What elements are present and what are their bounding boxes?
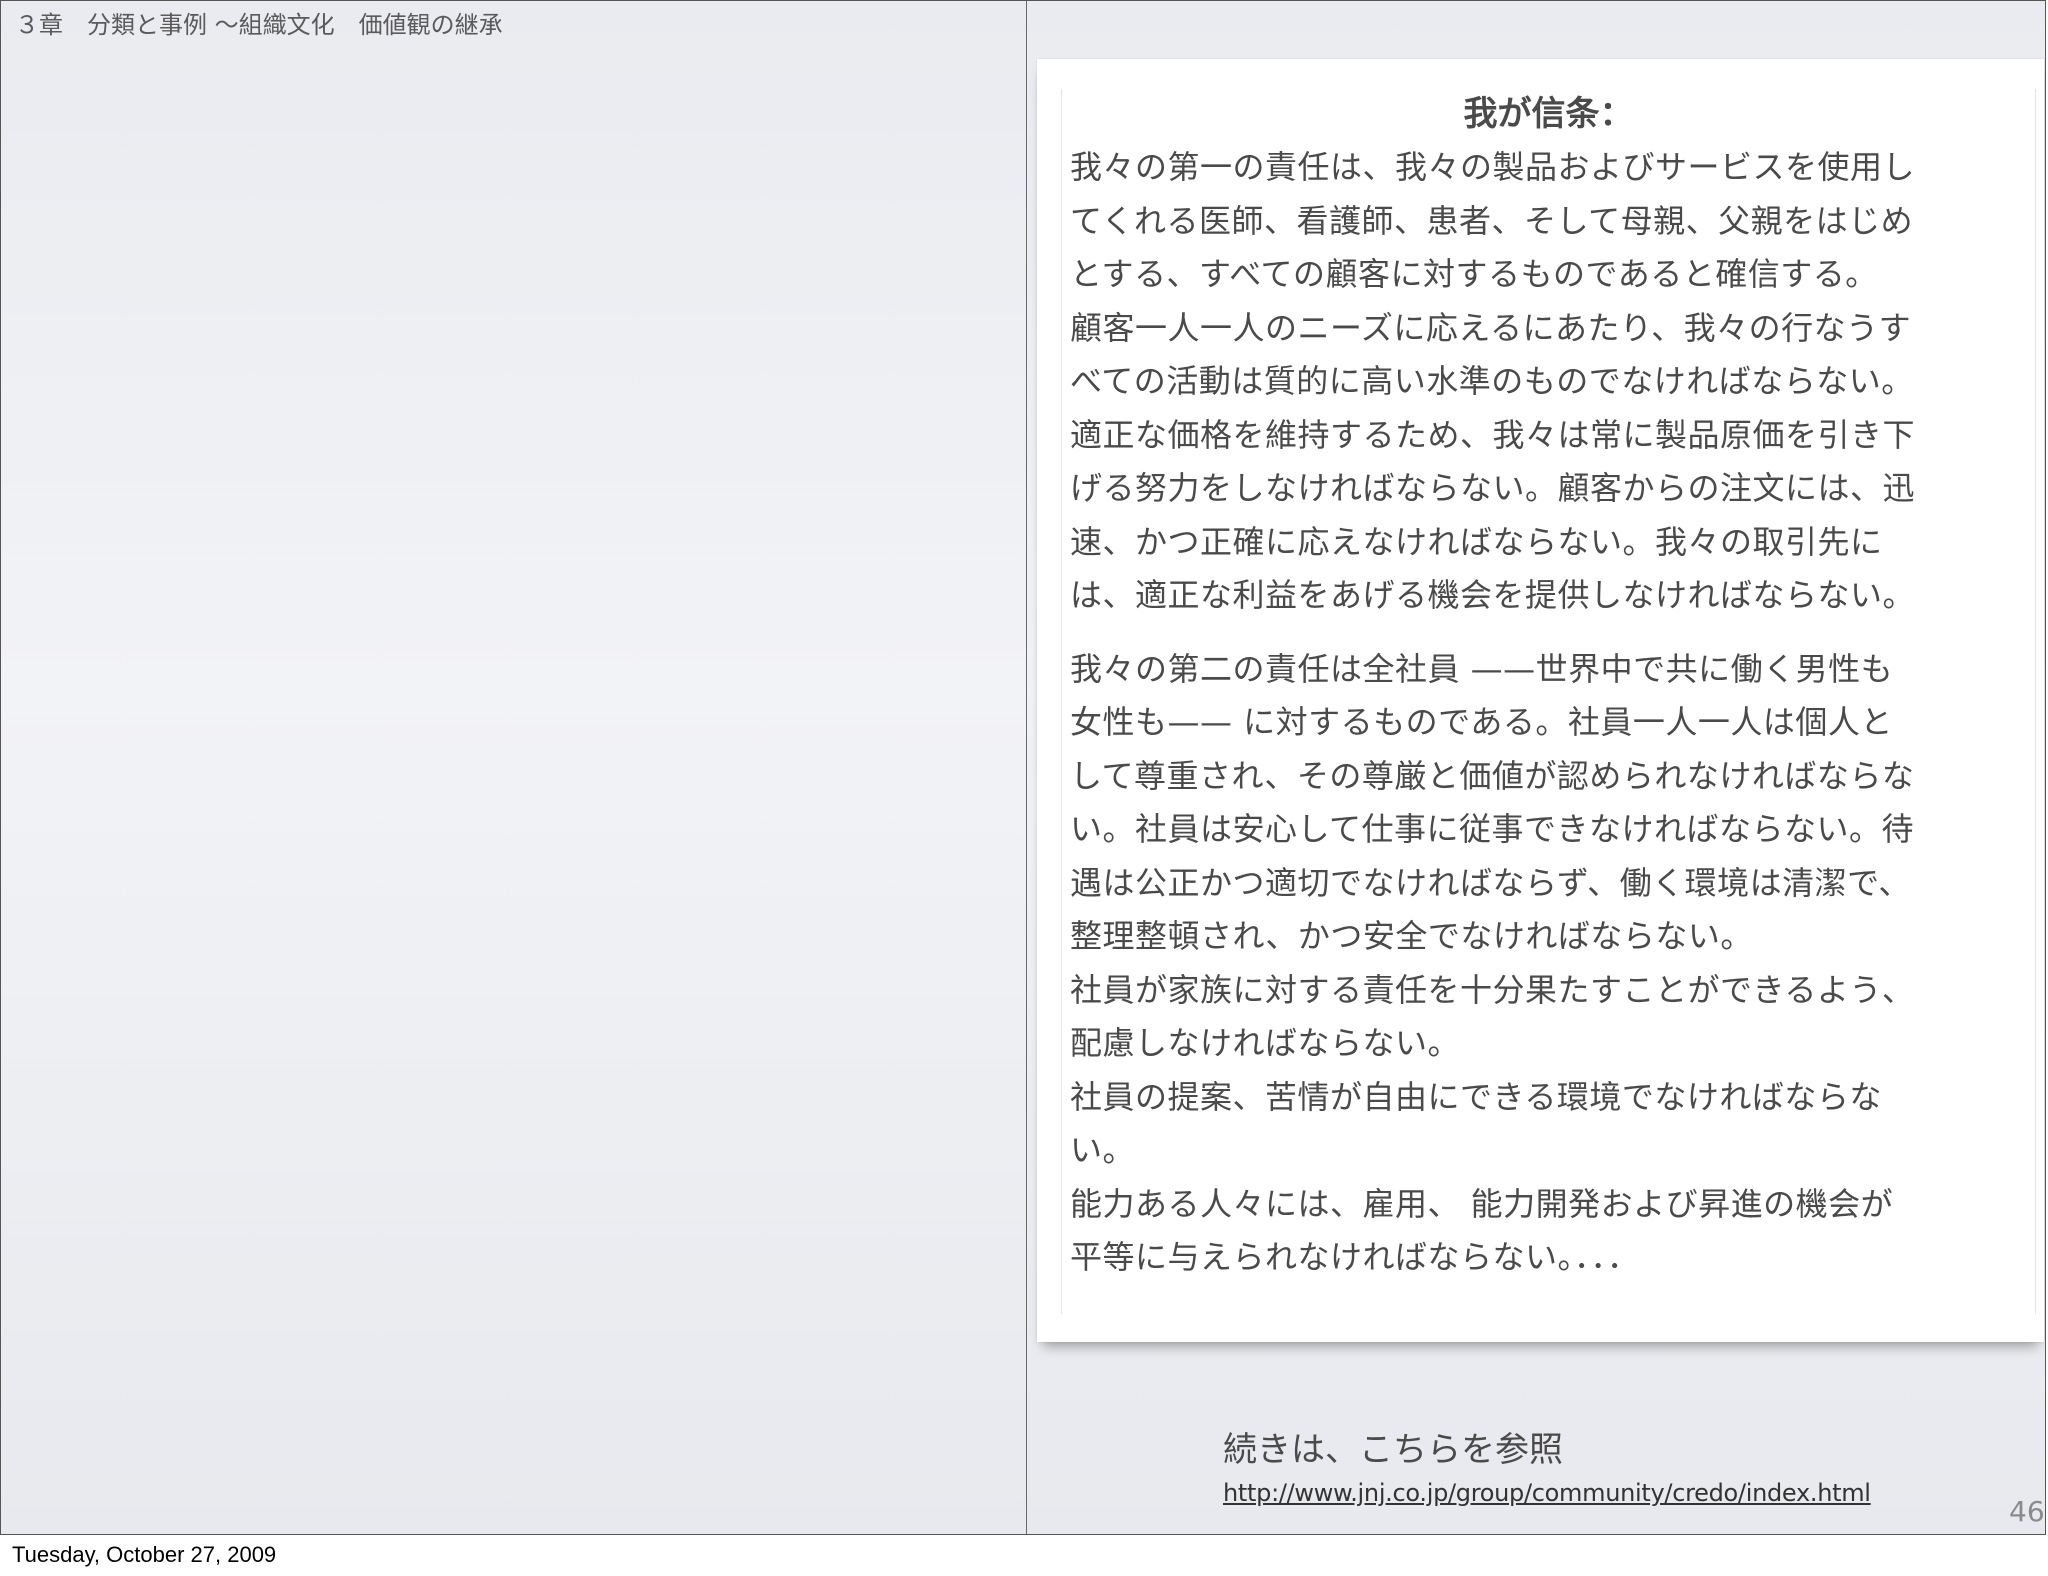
reference-link[interactable]: http://www.jnj.co.jp/group/community/cre… (1223, 1479, 1871, 1507)
credo-line: 我々の第一の責任は、我々の製品およびサービスを使用し (1070, 148, 1916, 186)
credo-card: 我が信条： 我々の第一の責任は、我々の製品およびサービスを使用し てくれる医師、看… (1037, 59, 2044, 1342)
credo-line: げる努力をしなければならない。顧客からの注文には、迅 (1070, 469, 1916, 507)
credo-line: 社員の提案、苦情が自由にできる環境でなければならな (1070, 1077, 1882, 1116)
credo-line: い。社員は安心して仕事に従事できなければならない。待 (1070, 810, 1915, 848)
credo-line: 平等に与えられなければならない。．．． (1070, 1238, 1640, 1276)
credo-line: 適正な価格を維持するため、我々は常に製品原価を引き下 (1070, 415, 1916, 454)
footer-date: Tuesday, October 27, 2009 (12, 1542, 277, 1567)
credo-line: 顧客一人一人のニーズに応えるにあたり、我々の行なうす (1070, 308, 1912, 347)
credo-line: は、適正な利益をあげる機会を提供しなければならない。 (1070, 576, 1916, 614)
credo-line: 遇は公正かつ適切でなければならず、働く環境は清潔で、 (1070, 863, 1911, 902)
center-divider (1026, 1, 1027, 1534)
credo-line: 我々の第二の責任は全社員 ——世界中で共に働く男性も (1070, 649, 1894, 688)
slide: ３章 分類と事例 〜組織文化 価値観の継承 我が信条： 我々の第一の責任は、我々… (0, 0, 2046, 1535)
credo-line: 速、かつ正確に応えなければならない。我々の取引先に (1070, 522, 1883, 561)
credo-heading: 我が信条： (1463, 94, 1634, 134)
credo-line: して尊重され、その尊厳と価値が認められなければならな (1070, 756, 1915, 795)
credo-line: 社員が家族に対する責任を十分果たすことができるよう、 (1070, 970, 1915, 1009)
credo-card-inner: 我が信条： 我々の第一の責任は、我々の製品およびサービスを使用し てくれる医師、看… (1061, 89, 2036, 1314)
credo-line: 能力ある人々には、雇用、 能力開発および昇進の機会が (1070, 1184, 1894, 1223)
credo-line: い。 (1070, 1131, 1136, 1169)
page-number: 46 (2009, 1495, 2045, 1528)
credo-line: てくれる医師、看護師、患者、そして母親、父親をはじめ (1070, 201, 1914, 240)
credo-line: とする、すべての顧客に対するものであると確信する。 (1070, 255, 1878, 293)
credo-line: 女性も—— に対するものである。社員一人一人は個人と (1070, 703, 1893, 741)
credo-paragraph-1: 我々の第一の責任は、我々の製品およびサービスを使用し てくれる医師、看護師、患者、… (1062, 141, 2035, 623)
reference-text: 続きは、こちらを参照 (1223, 1430, 1563, 1470)
credo-paragraph-2: 我々の第二の責任は全社員 ——世界中で共に働く男性も 女性も—— に対するものであ… (1062, 643, 2035, 1285)
credo-line: 配慮しなければならない。 (1070, 1024, 1461, 1062)
chapter-title: ３章 分類と事例 〜組織文化 価値観の継承 (15, 11, 503, 39)
credo-line: 整理整頓され、かつ安全でなければならない。 (1070, 917, 1753, 955)
credo-line: べての活動は質的に高い水準のものでなければならない。 (1070, 362, 1914, 400)
